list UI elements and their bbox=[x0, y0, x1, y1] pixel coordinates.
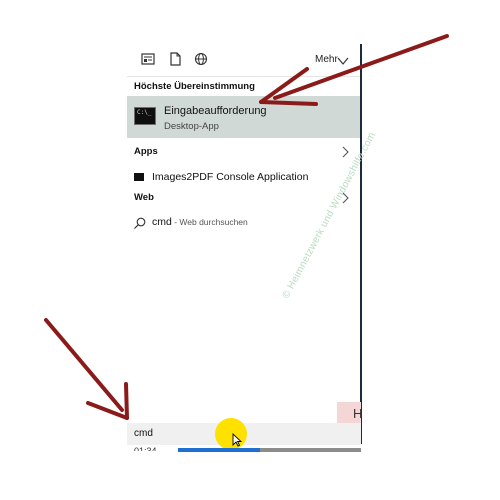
globe-icon[interactable] bbox=[194, 52, 208, 66]
panel-border bbox=[360, 44, 362, 444]
best-match-header: Höchste Übereinstimmung bbox=[134, 81, 255, 92]
chevron-down-icon[interactable] bbox=[337, 53, 349, 65]
cursor-highlight bbox=[215, 418, 247, 450]
app-item-label: Images2PDF Console Application bbox=[152, 171, 309, 183]
search-icon bbox=[133, 216, 147, 230]
web-header: Web bbox=[134, 192, 154, 203]
mouse-pointer-icon bbox=[232, 433, 242, 447]
app-list-item[interactable]: Images2PDF Console Application bbox=[127, 168, 361, 190]
web-search-hint: - Web durchsuchen bbox=[171, 217, 248, 227]
side-tile-letter: H bbox=[353, 406, 363, 421]
file-icon[interactable] bbox=[168, 52, 182, 66]
more-filters-button[interactable]: Mehr bbox=[315, 54, 338, 65]
filter-toolbar: Mehr bbox=[127, 44, 361, 77]
search-input-value: cmd bbox=[134, 428, 153, 439]
web-query-text: cmd bbox=[152, 216, 172, 228]
toolbar-divider bbox=[127, 76, 361, 77]
console-app-icon bbox=[134, 173, 144, 181]
apps-chevron-right-icon[interactable] bbox=[341, 145, 349, 158]
web-search-text: cmd - Web durchsuchen bbox=[152, 216, 248, 228]
best-match-subtitle: Desktop-App bbox=[164, 121, 219, 132]
apps-header: Apps bbox=[134, 146, 158, 157]
best-match-item[interactable]: C:\_ Eingabeaufforderung Desktop-App bbox=[127, 96, 361, 138]
taskbar-clock: 01:34 bbox=[134, 446, 157, 451]
document-view-icon[interactable] bbox=[141, 52, 155, 66]
taskbar-segment bbox=[260, 448, 361, 452]
start-search-panel: Mehr Höchste Übereinstimmung C:\_ Eingab… bbox=[127, 44, 361, 444]
taskbar-active-segment bbox=[178, 448, 260, 452]
command-prompt-icon: C:\_ bbox=[134, 107, 156, 125]
best-match-title: Eingabeaufforderung bbox=[164, 105, 267, 117]
